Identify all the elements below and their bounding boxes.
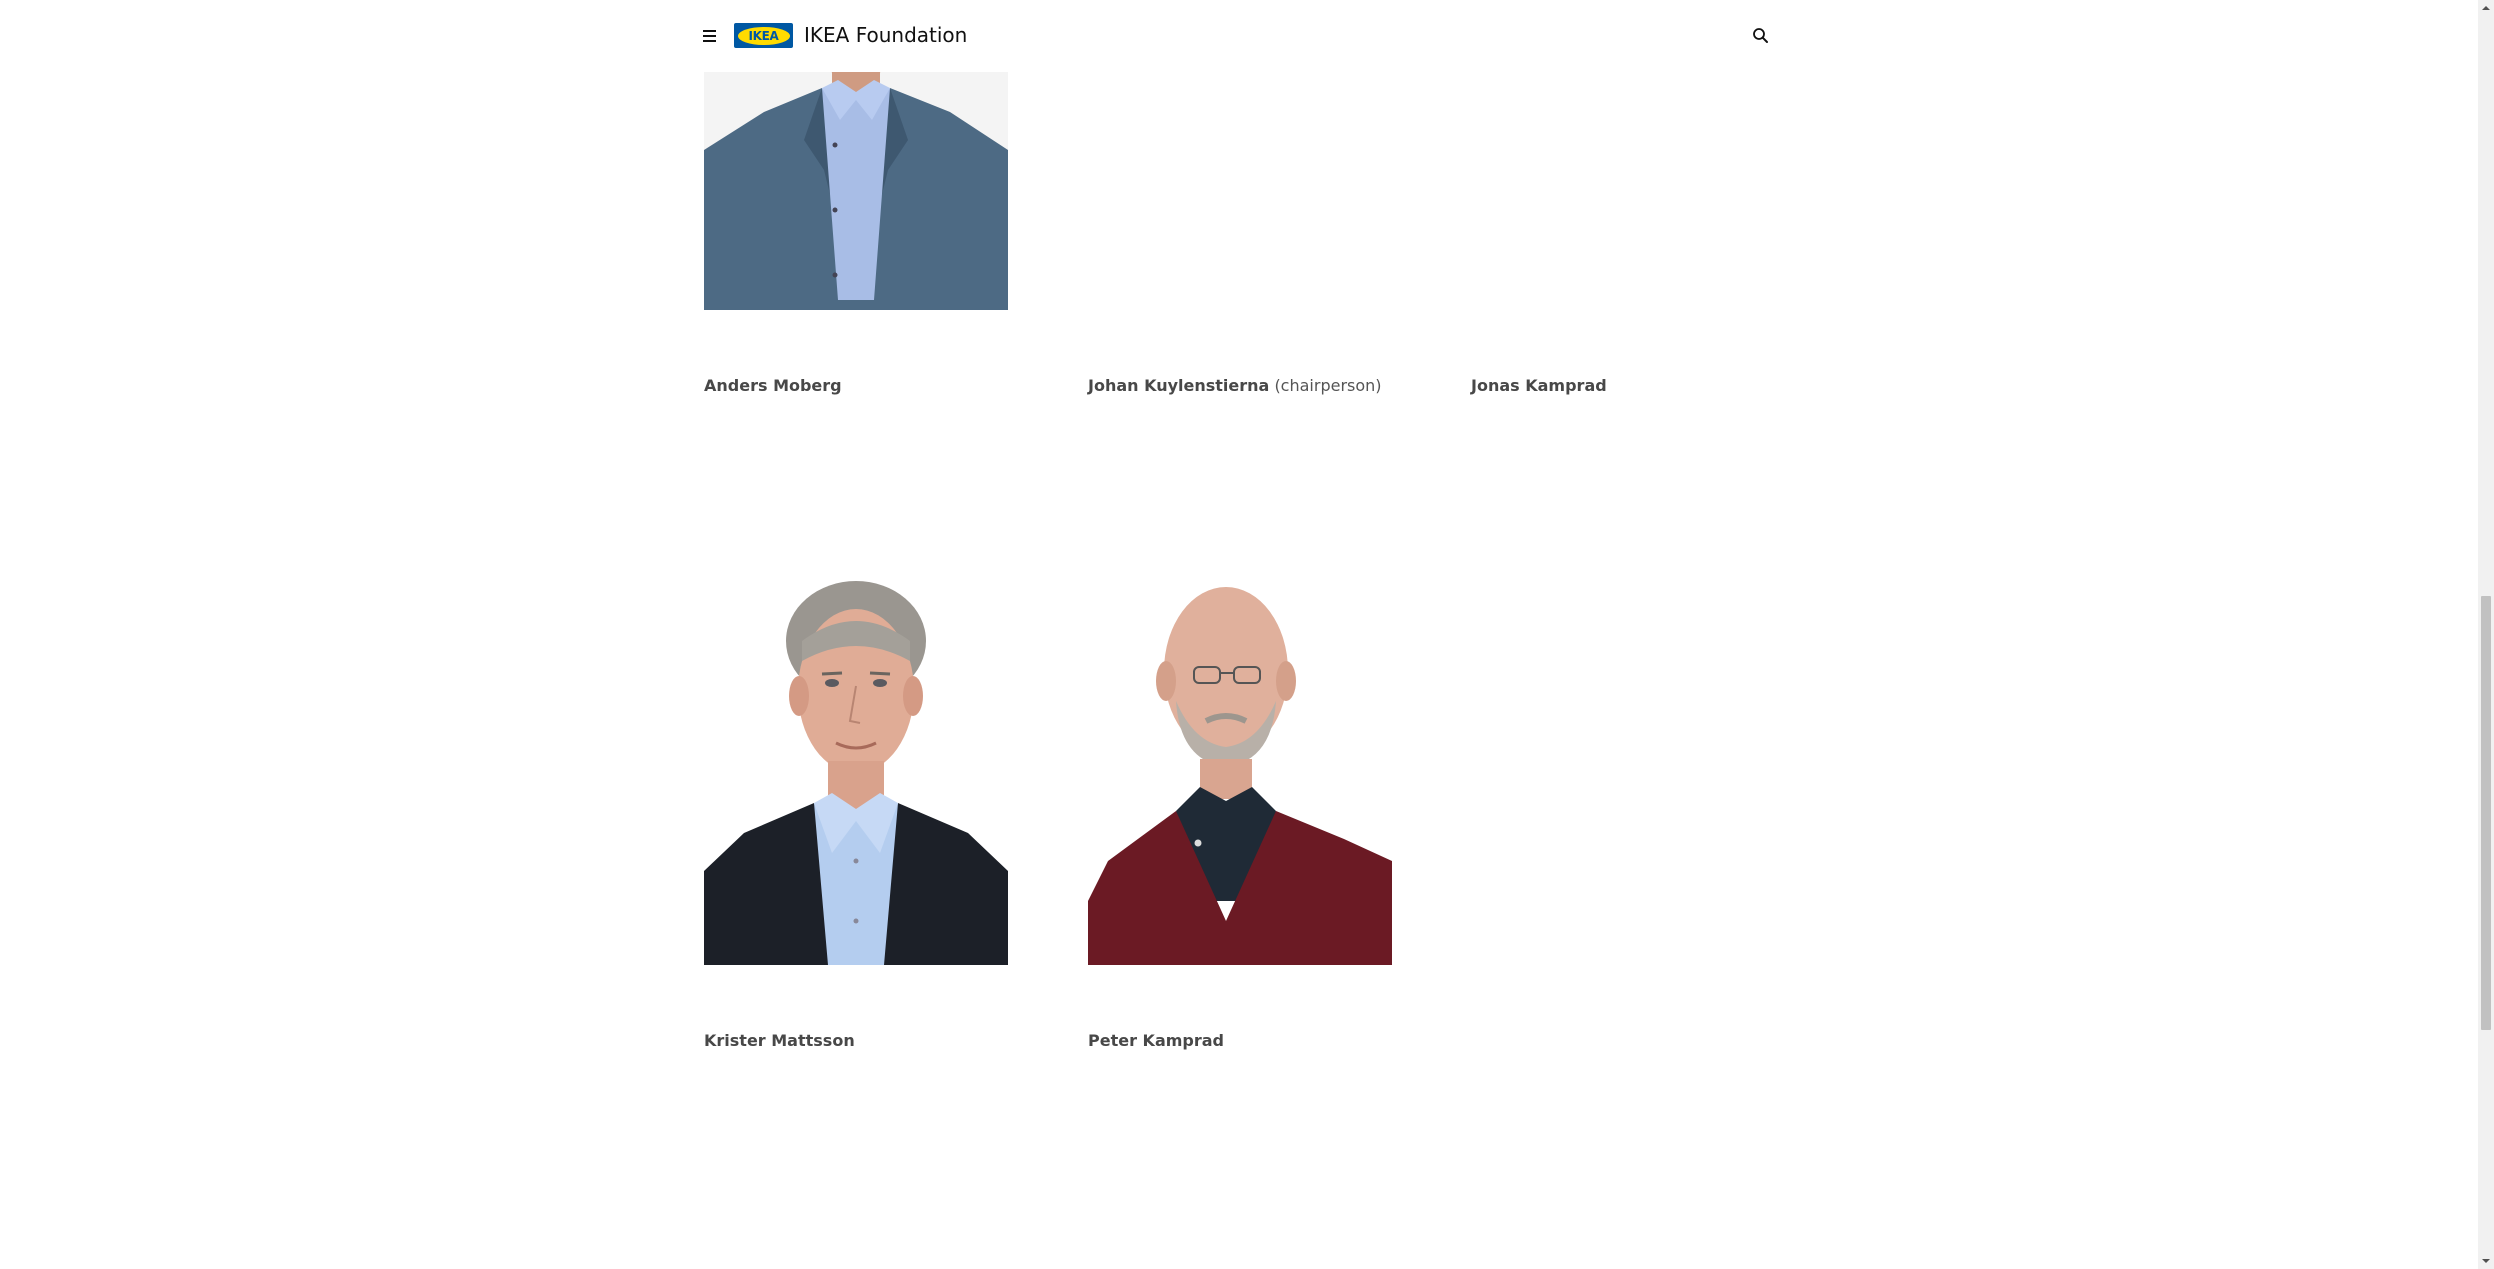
- logo-oval: IKEA: [737, 26, 790, 45]
- member-name: Krister Mattsson: [704, 1031, 855, 1050]
- member-name: Johan Kuylenstierna: [1088, 376, 1270, 395]
- member-name: Anders Moberg: [704, 376, 842, 395]
- scroll-down-arrow-icon[interactable]: [2478, 1253, 2494, 1269]
- hamburger-menu-icon[interactable]: [700, 25, 722, 47]
- page: IKEA IKEA Foundation Anders Moberg Johan…: [0, 0, 2494, 1269]
- site-title[interactable]: IKEA Foundation: [804, 21, 967, 49]
- vertical-scrollbar[interactable]: [2478, 0, 2494, 1269]
- board-member-name: Krister Mattsson: [704, 1030, 855, 1052]
- portrait-krister-mattsson: [704, 571, 1008, 965]
- board-member-name: Peter Kamprad: [1088, 1030, 1224, 1052]
- board-member-name: Jonas Kamprad: [1471, 375, 1607, 397]
- site-header: IKEA IKEA Foundation: [0, 0, 2478, 72]
- member-role: (chairperson): [1274, 376, 1382, 395]
- member-name: Jonas Kamprad: [1471, 376, 1607, 395]
- member-name: Peter Kamprad: [1088, 1031, 1224, 1050]
- search-icon[interactable]: [1750, 25, 1772, 47]
- board-member-name: Johan Kuylenstierna (chairperson): [1088, 375, 1382, 397]
- scrollbar-thumb[interactable]: [2481, 596, 2491, 1030]
- ikea-logo[interactable]: IKEA: [734, 23, 793, 48]
- logo-text: IKEA: [748, 28, 779, 43]
- board-member-name: Anders Moberg: [704, 375, 842, 397]
- portrait-peter-kamprad: [1088, 571, 1392, 965]
- scroll-up-arrow-icon[interactable]: [2478, 0, 2494, 16]
